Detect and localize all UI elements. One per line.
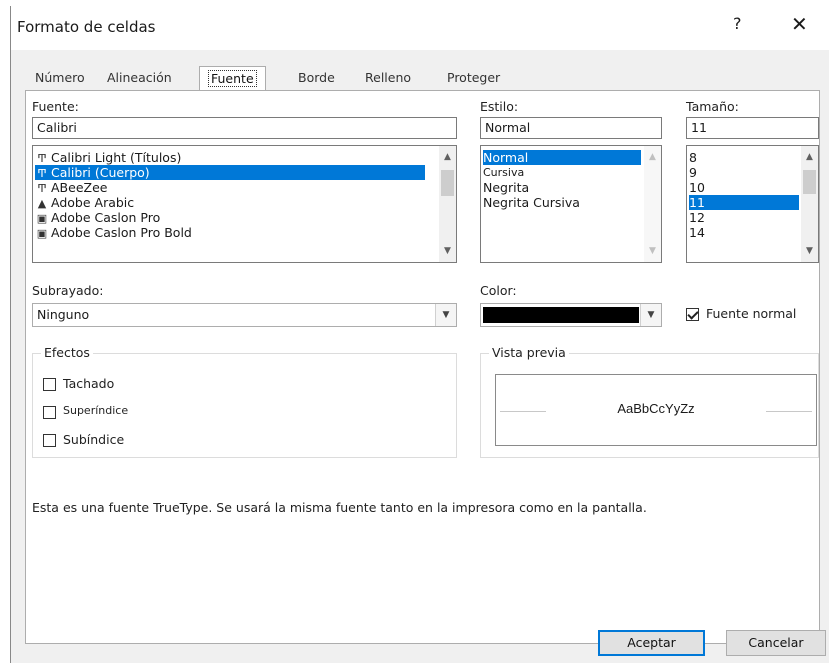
ok-button[interactable]: Aceptar bbox=[598, 630, 705, 656]
font-item-label: Calibri (Cuerpo) bbox=[51, 165, 150, 180]
subscript-checkbox[interactable] bbox=[43, 434, 56, 447]
font-list-item[interactable]: ▣ Adobe Caslon Pro Bold bbox=[35, 225, 425, 240]
font-list-scrollbar[interactable]: ▲ ▼ bbox=[439, 146, 456, 262]
tab-relleno[interactable]: Relleno bbox=[365, 70, 411, 85]
font-tab-panel: Fuente: Calibri Ͳ Calibri Light (Títulos)… bbox=[25, 90, 820, 644]
font-info-text: Esta es una fuente TrueType. Se usará la… bbox=[32, 500, 647, 515]
underline-label: Subrayado: bbox=[32, 283, 104, 298]
font-name-input[interactable]: Calibri bbox=[32, 117, 457, 139]
font-list-item-selected[interactable]: Ͳ Calibri (Cuerpo) bbox=[35, 165, 425, 180]
effects-title: Efectos bbox=[41, 345, 93, 360]
font-list-item[interactable]: ▣ Adobe Caslon Pro bbox=[35, 210, 425, 225]
scroll-up-icon[interactable]: ▲ bbox=[801, 152, 818, 162]
preview-box: AaBbCcYyZz bbox=[495, 374, 817, 446]
tab-fuente-label: Fuente bbox=[208, 70, 257, 87]
chevron-down-icon[interactable]: ▼ bbox=[435, 304, 456, 326]
tab-borde[interactable]: Borde bbox=[298, 70, 335, 85]
tab-proteger[interactable]: Proteger bbox=[447, 70, 500, 85]
size-list-item[interactable]: 9 bbox=[689, 165, 799, 180]
tab-bar: Número Alineación Fuente Borde Relleno P… bbox=[11, 62, 829, 92]
superscript-label: Superíndice bbox=[63, 404, 129, 417]
style-list-item[interactable]: Negrita bbox=[483, 180, 641, 195]
scroll-thumb[interactable] bbox=[441, 170, 454, 196]
scroll-down-icon[interactable]: ▼ bbox=[644, 246, 661, 256]
opentype-icon: ▣ bbox=[36, 227, 48, 240]
preview-group: Vista previa AaBbCcYyZz bbox=[480, 345, 819, 458]
size-label: Tamaño: bbox=[686, 99, 739, 114]
font-item-label: ABeeZee bbox=[51, 180, 108, 195]
style-list-item-selected[interactable]: Normal bbox=[483, 150, 641, 165]
opentype-icon: ▲ bbox=[37, 197, 47, 210]
color-label: Color: bbox=[480, 283, 517, 298]
truetype-icon: Ͳ bbox=[37, 152, 47, 165]
style-label: Estilo: bbox=[480, 99, 519, 114]
subscript-label: Subíndice bbox=[63, 432, 125, 447]
style-list[interactable]: Normal Cursiva Negrita Negrita Cursiva ▲… bbox=[480, 145, 662, 263]
normal-font-checkbox[interactable] bbox=[686, 308, 699, 321]
scroll-down-icon[interactable]: ▼ bbox=[801, 246, 818, 256]
underline-dropdown[interactable]: Ninguno ▼ bbox=[32, 303, 457, 327]
cancel-button[interactable]: Cancelar bbox=[726, 630, 826, 656]
size-list-item-selected[interactable]: 11 bbox=[689, 195, 799, 210]
style-input[interactable]: Normal bbox=[480, 117, 662, 139]
window-title: Formato de celdas bbox=[17, 18, 156, 36]
size-list-item[interactable]: 14 bbox=[689, 225, 799, 240]
opentype-icon: ▣ bbox=[36, 212, 48, 225]
font-item-label: Calibri Light (Títulos) bbox=[51, 150, 182, 165]
size-list-item[interactable]: 12 bbox=[689, 210, 799, 225]
font-list-item[interactable]: Ͳ ABeeZee bbox=[35, 180, 425, 195]
tab-alineacion[interactable]: Alineación bbox=[107, 70, 172, 85]
truetype-icon: Ͳ bbox=[37, 167, 47, 180]
color-swatch bbox=[483, 307, 639, 323]
close-button[interactable]: ✕ bbox=[791, 12, 808, 36]
effects-group: Efectos Tachado Superíndice Subíndice bbox=[32, 345, 457, 458]
underline-value: Ninguno bbox=[37, 307, 90, 322]
size-input[interactable]: 11 bbox=[686, 117, 819, 139]
font-list-item[interactable]: Ͳ Calibri Light (Títulos) bbox=[35, 150, 425, 165]
format-cells-dialog: Formato de celdas ? ✕ Número Alineación … bbox=[10, 6, 829, 663]
help-button[interactable]: ? bbox=[733, 14, 742, 33]
font-item-label: Adobe Caslon Pro bbox=[51, 210, 161, 225]
font-item-label: Adobe Caslon Pro Bold bbox=[51, 225, 192, 240]
chevron-down-icon[interactable]: ▼ bbox=[640, 304, 661, 326]
size-list-scrollbar[interactable]: ▲ ▼ bbox=[801, 146, 818, 262]
size-list-item[interactable]: 8 bbox=[689, 150, 799, 165]
tab-fuente[interactable]: Fuente bbox=[199, 66, 266, 91]
scroll-thumb[interactable] bbox=[803, 170, 816, 194]
preview-sample: AaBbCcYyZz bbox=[617, 401, 695, 416]
superscript-checkbox[interactable] bbox=[43, 406, 56, 419]
style-list-scrollbar[interactable]: ▲ ▼ bbox=[644, 146, 661, 262]
preview-title: Vista previa bbox=[489, 345, 569, 360]
font-item-label: Adobe Arabic bbox=[51, 195, 135, 210]
strikethrough-label: Tachado bbox=[63, 376, 115, 391]
color-dropdown[interactable]: ▼ bbox=[480, 303, 662, 327]
title-bar: Formato de celdas ? ✕ bbox=[11, 6, 829, 50]
strikethrough-checkbox[interactable] bbox=[43, 378, 56, 391]
normal-font-label: Fuente normal bbox=[706, 306, 797, 321]
font-list[interactable]: Ͳ Calibri Light (Títulos) Ͳ Calibri (Cuerp… bbox=[32, 145, 457, 263]
size-list-item[interactable]: 10 bbox=[689, 180, 799, 195]
scroll-up-icon[interactable]: ▲ bbox=[439, 152, 456, 162]
truetype-icon: Ͳ bbox=[37, 182, 47, 195]
tab-numero[interactable]: Número bbox=[35, 70, 85, 85]
scroll-up-icon[interactable]: ▲ bbox=[644, 152, 661, 162]
font-label: Fuente: bbox=[32, 99, 79, 114]
style-list-item[interactable]: Cursiva bbox=[483, 165, 641, 180]
font-list-item[interactable]: ▲ Adobe Arabic bbox=[35, 195, 425, 210]
scroll-down-icon[interactable]: ▼ bbox=[439, 246, 456, 256]
style-list-item[interactable]: Negrita Cursiva bbox=[483, 195, 641, 210]
size-list[interactable]: 8 9 10 11 12 14 ▲ ▼ bbox=[686, 145, 819, 263]
